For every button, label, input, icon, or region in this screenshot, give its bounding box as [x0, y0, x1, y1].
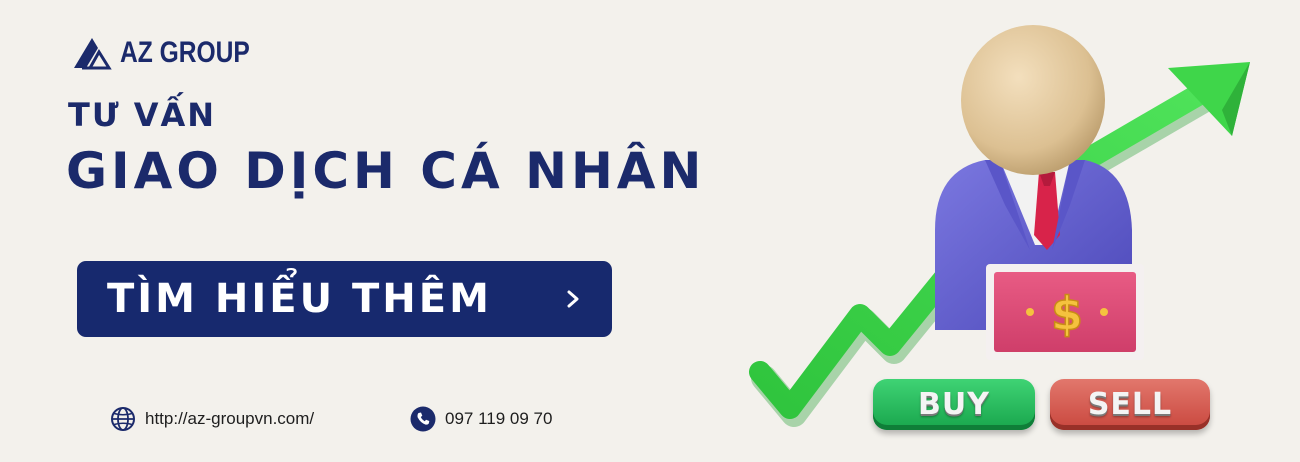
dollar-bill-icon: $ [986, 264, 1144, 360]
headline-subtitle: TƯ VẤN [68, 96, 217, 134]
phone-contact[interactable]: 097 119 09 70 [410, 406, 552, 432]
brand-name: AZ GROUP [120, 36, 250, 69]
banner: $ AZ GROUP TƯ VẤN GIAO DỊCH CÁ NHÂN TÌM … [0, 0, 1300, 462]
az-logo-icon [74, 38, 112, 70]
website-link[interactable]: http://az-groupvn.com/ [145, 409, 314, 429]
sell-button[interactable]: SELL [1050, 379, 1210, 430]
learn-more-button[interactable]: TÌM HIỂU THÊM [77, 261, 612, 337]
headline-title: GIAO DỊCH CÁ NHÂN [66, 142, 706, 200]
brand-logo[interactable]: AZ GROUP [72, 36, 278, 70]
chevron-right-icon [567, 290, 579, 308]
globe-icon [111, 407, 135, 431]
website-contact[interactable]: http://az-groupvn.com/ [110, 406, 314, 432]
dollar-symbol: $ [1051, 287, 1083, 341]
trader-figure [935, 25, 1132, 330]
learn-more-label: TÌM HIỂU THÊM [107, 276, 492, 322]
growth-arrow-icon [749, 62, 1250, 427]
phone-number[interactable]: 097 119 09 70 [445, 409, 552, 429]
buy-button[interactable]: BUY [873, 379, 1035, 430]
phone-icon [410, 406, 436, 432]
